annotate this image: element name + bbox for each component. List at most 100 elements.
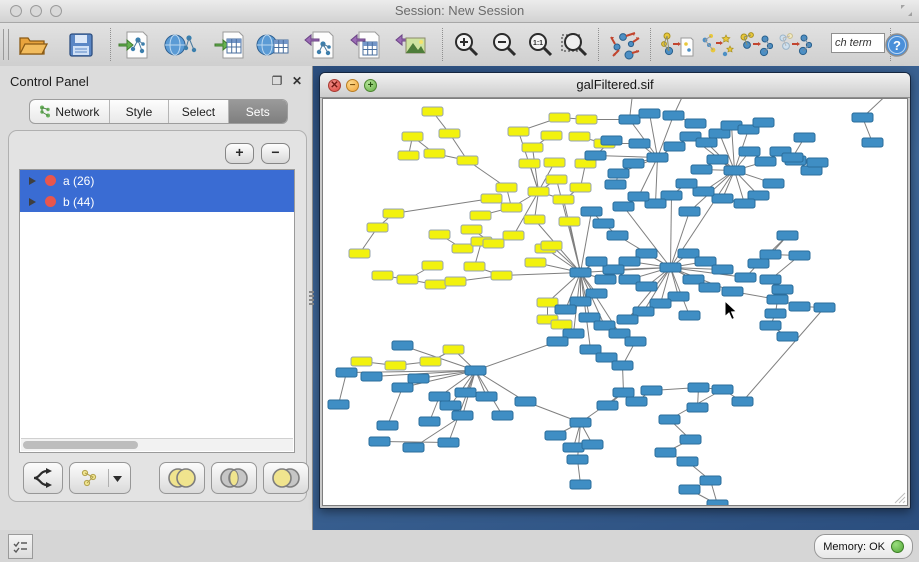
graph-node-yellow[interactable] <box>385 361 406 370</box>
search-input[interactable] <box>831 33 885 53</box>
export-table-button[interactable] <box>346 26 384 63</box>
graph-node-blue[interactable] <box>392 383 413 392</box>
graph-node-blue[interactable] <box>628 192 649 201</box>
zoom-in-button[interactable] <box>447 26 485 63</box>
graph-node-yellow[interactable] <box>398 151 419 160</box>
memory-status-button[interactable]: Memory: OK <box>814 534 913 559</box>
graph-edge[interactable] <box>743 308 825 402</box>
graph-node-blue[interactable] <box>361 372 382 381</box>
graph-node-blue[interactable] <box>403 443 424 452</box>
panel-float-button[interactable]: ❐ <box>270 74 284 88</box>
graph-node-yellow[interactable] <box>553 195 574 204</box>
graph-node-yellow[interactable] <box>402 132 423 141</box>
graph-node-yellow[interactable] <box>501 203 522 212</box>
graph-node-blue[interactable] <box>735 273 756 282</box>
graph-node-blue[interactable] <box>767 295 788 304</box>
graph-node-blue[interactable] <box>688 383 709 392</box>
graph-node-blue[interactable] <box>613 202 634 211</box>
graph-edge[interactable] <box>388 388 403 426</box>
graph-node-yellow[interactable] <box>461 225 482 234</box>
graph-node-yellow[interactable] <box>457 156 478 165</box>
graph-node-yellow[interactable] <box>420 357 441 366</box>
graph-node-blue[interactable] <box>789 251 810 260</box>
graph-node-blue[interactable] <box>777 231 798 240</box>
graph-node-blue[interactable] <box>336 368 357 377</box>
graph-node-yellow[interactable] <box>503 231 524 240</box>
graph-node-blue[interactable] <box>595 275 616 284</box>
tab-network[interactable]: Network <box>30 100 110 123</box>
open-session-button[interactable] <box>14 26 52 63</box>
graph-node-blue[interactable] <box>712 194 733 203</box>
graph-node-yellow[interactable] <box>570 183 591 192</box>
graph-node-blue[interactable] <box>732 397 753 406</box>
graph-edge[interactable] <box>671 212 690 268</box>
graph-node-yellow[interactable] <box>519 159 540 168</box>
graph-node-blue[interactable] <box>465 366 486 375</box>
graph-node-blue[interactable] <box>852 113 873 122</box>
graph-node-yellow[interactable] <box>425 280 446 289</box>
merge-networks-button[interactable] <box>737 26 775 63</box>
graph-node-yellow[interactable] <box>439 129 460 138</box>
graph-node-blue[interactable] <box>794 133 815 142</box>
graph-node-yellow[interactable] <box>544 158 565 167</box>
graph-node-blue[interactable] <box>438 438 459 447</box>
graph-node-yellow[interactable] <box>470 211 491 220</box>
graph-node-blue[interactable] <box>814 303 835 312</box>
graph-node-blue[interactable] <box>492 411 513 420</box>
graph-node-blue[interactable] <box>696 138 717 147</box>
graph-node-yellow[interactable] <box>496 183 517 192</box>
graph-node-yellow[interactable] <box>541 241 562 250</box>
apply-preferred-layout-button[interactable] <box>606 26 644 63</box>
expand-arrow-icon[interactable] <box>29 177 36 185</box>
graph-node-blue[interactable] <box>452 411 473 420</box>
graph-node-blue[interactable] <box>570 418 591 427</box>
graph-node-blue[interactable] <box>679 311 700 320</box>
help-button[interactable]: ? <box>881 26 913 63</box>
graph-node-yellow[interactable] <box>549 113 570 122</box>
graph-node-yellow[interactable] <box>372 271 393 280</box>
graph-node-blue[interactable] <box>753 118 774 127</box>
graph-node-blue[interactable] <box>760 275 781 284</box>
graph-edge[interactable] <box>533 148 539 192</box>
graph-edge[interactable] <box>656 158 658 204</box>
tab-select[interactable]: Select <box>169 100 228 123</box>
graph-node-blue[interactable] <box>429 392 450 401</box>
graph-node-yellow[interactable] <box>397 275 418 284</box>
graph-node-blue[interactable] <box>455 388 476 397</box>
graph-node-blue[interactable] <box>679 485 700 494</box>
tab-sets[interactable]: Sets <box>229 100 287 123</box>
graph-node-yellow[interactable] <box>464 262 485 271</box>
graph-node-blue[interactable] <box>748 259 769 268</box>
panel-close-button[interactable]: ✕ <box>290 74 304 88</box>
set-row[interactable]: a (26) <box>20 170 294 191</box>
graph-node-yellow[interactable] <box>559 217 580 226</box>
graph-edge[interactable] <box>476 342 558 371</box>
graph-node-blue[interactable] <box>613 388 634 397</box>
graph-node-blue[interactable] <box>707 155 728 164</box>
import-network-from-file-button[interactable] <box>114 26 152 63</box>
resize-grip-icon[interactable] <box>893 491 906 504</box>
graph-node-blue[interactable] <box>639 109 660 118</box>
graph-node-blue[interactable] <box>760 250 781 259</box>
toolbar-drag-handle[interactable] <box>3 29 9 60</box>
graph-edge[interactable] <box>650 114 658 158</box>
graph-node-blue[interactable] <box>685 119 706 128</box>
graph-node-yellow[interactable] <box>569 132 590 141</box>
scrollbar-thumb[interactable] <box>23 441 138 449</box>
graph-node-yellow[interactable] <box>481 194 502 203</box>
graph-node-blue[interactable] <box>679 207 700 216</box>
zoom-out-button[interactable] <box>485 26 523 63</box>
graph-node-blue[interactable] <box>625 337 646 346</box>
graph-node-blue[interactable] <box>623 159 644 168</box>
horizontal-scrollbar[interactable] <box>21 438 293 451</box>
graph-node-blue[interactable] <box>695 257 716 266</box>
graph-node-yellow[interactable] <box>551 320 572 329</box>
graph-node-blue[interactable] <box>582 440 603 449</box>
graph-edge[interactable] <box>514 192 539 236</box>
create-set-from-network-button[interactable] <box>69 462 131 494</box>
graph-node-blue[interactable] <box>626 397 647 406</box>
graph-node-blue[interactable] <box>328 400 349 409</box>
graph-node-blue[interactable] <box>677 457 698 466</box>
graph-node-blue[interactable] <box>601 136 622 145</box>
graph-node-blue[interactable] <box>734 199 755 208</box>
